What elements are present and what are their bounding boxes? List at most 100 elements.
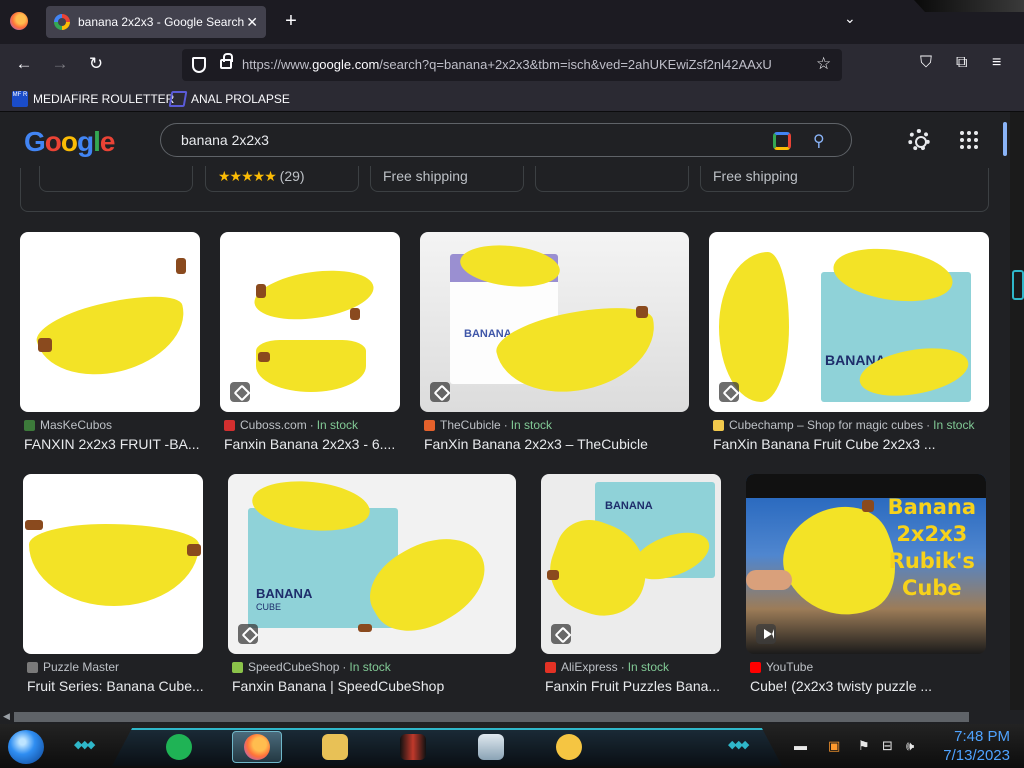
result-source[interactable]: Cubechamp – Shop for magic cubes · In stoc… [713,418,974,432]
tab-bar: banana 2x2x3 - Google Search ✕ + ⌄ [0,0,1024,44]
result-thumbnail[interactable]: BANANA [709,232,989,412]
menu-icon[interactable]: ≡ [992,54,1001,72]
clock-date: 7/13/2023 [943,747,1010,764]
result-source[interactable]: Cuboss.com · In stock [224,418,358,432]
tray-app-icon[interactable]: ▣ [828,738,840,754]
bookmark-star-icon[interactable]: ☆ [816,54,831,74]
taskbar: ◆◆◆ ◆◆◆ ▬ ▣ ⚑ ⊟ 🕪 7:48 PM 7/13/2023 [0,724,1024,768]
image-result[interactable]: Cuboss.com · In stock Fanxin Banana 2x2x3 … [220,232,400,462]
image-result[interactable]: BANANA AliExpress · In stock Fanxin Fruit … [541,474,721,704]
list-all-tabs-icon[interactable]: ⌄ [844,10,856,27]
url-bar[interactable]: https://www.google.com/search?q=banana+2… [182,49,842,81]
google-lens-icon[interactable] [773,132,791,150]
horizontal-scrollbar[interactable]: ◀ [0,710,1024,724]
result-title[interactable]: Fanxin Fruit Puzzles Bana... [545,678,721,694]
image-result[interactable]: BANANA CUBE SpeedCubeShop · In stock Fanxi… [228,474,516,704]
reload-button[interactable]: ↻ [85,54,107,74]
result-thumbnail[interactable] [23,474,203,654]
forward-button[interactable]: → [49,54,71,74]
result-title[interactable]: Fanxin Banana 2x2x3 - 6.... [224,436,400,452]
browser-tab[interactable]: banana 2x2x3 - Google Search ✕ [46,6,266,38]
volume-icon[interactable]: 🕪 [906,738,914,754]
result-source[interactable]: YouTube [750,660,813,674]
mediafire-icon: MF R [12,91,28,107]
site-favicon-icon [24,419,35,431]
network-icon[interactable]: ⊟ [882,738,893,754]
action-center-flag-icon[interactable]: ⚑ [858,738,870,754]
result-thumbnail[interactable]: BANANA [541,474,721,654]
play-icon [756,624,776,644]
result-thumbnail[interactable]: Banana 2x2x3 Rubik's Cube [746,474,986,654]
system-clock[interactable]: 7:48 PM 7/13/2023 [934,727,1010,765]
search-icon[interactable]: ⚲ [813,131,825,151]
taskbar-app-media[interactable] [388,731,438,763]
bookmarks-toolbar: MF R MEDIAFIRE ROULETTER ANAL PROLAPSE [0,86,1024,112]
firefox-icon[interactable] [10,12,28,30]
tab-close-icon[interactable]: ✕ [246,14,258,31]
image-result[interactable]: MasKeCubos FANXIN 2x2x3 FRUIT -BA... [20,232,200,462]
url-text[interactable]: https://www.google.com/search?q=banana+2… [242,57,807,72]
new-tab-button[interactable]: + [280,10,302,33]
taskbar-app-explorer[interactable] [310,731,360,763]
google-header: Google banana 2x2x3 ⚲ [0,112,1010,168]
product-tag-icon [230,382,250,402]
result-source[interactable]: AliExpress · In stock [545,660,669,674]
site-favicon-icon [224,419,235,431]
settings-gear-icon[interactable] [908,129,930,151]
result-source[interactable]: TheCubicle · In stock [424,418,552,432]
result-title[interactable]: Cube! (2x2x3 twisty puzzle ... [750,678,986,694]
taskbar-app-monitor[interactable] [466,731,516,763]
tracking-protection-icon[interactable] [192,57,206,73]
product-tag-icon [551,624,571,644]
extensions-icon[interactable]: ⧉ [956,54,967,72]
bookmark-label: MEDIAFIRE ROULETTER [33,92,175,106]
window-side-decoration [1012,270,1024,300]
result-source[interactable]: SpeedCubeShop · In stock [232,660,391,674]
image-result[interactable]: BANANA Cubechamp – Shop for magic cubes ·… [709,232,989,462]
search-input[interactable]: banana 2x2x3 [181,132,269,148]
tray-expand-icon[interactable]: ▬ [794,738,807,753]
image-result[interactable]: Banana 2x2x3 Rubik's Cube YouTube Cube! … [746,474,986,704]
result-thumbnail[interactable]: BANANA CUBE [228,474,516,654]
google-logo[interactable]: Google [24,126,115,158]
window-frame-decoration [914,0,1024,12]
scrollbar-thumb[interactable] [14,712,969,722]
result-thumbnail[interactable]: BANANA [420,232,689,412]
result-source[interactable]: Puzzle Master [27,660,119,674]
site-favicon-icon [27,661,38,673]
shopping-card[interactable]: ★★★★★ (29) [205,166,359,192]
shopping-card[interactable]: Free shipping [370,166,524,192]
site-favicon-icon [232,661,243,673]
result-title[interactable]: FANXIN 2x2x3 FRUIT -BA... [24,436,200,452]
search-box[interactable]: banana 2x2x3 ⚲ [160,123,852,157]
back-button[interactable]: ← [13,54,35,74]
bookmark-mediafire[interactable]: MF R MEDIAFIRE ROULETTER [12,91,174,107]
scroll-left-icon[interactable]: ◀ [3,711,10,722]
site-favicon-icon [424,419,435,431]
taskbar-app-firefox[interactable] [232,731,282,763]
result-thumbnail[interactable] [20,232,200,412]
bookmark-second[interactable]: ANAL PROLAPSE [168,91,290,107]
scroll-indicator [1003,122,1007,156]
result-source[interactable]: MasKeCubos [24,418,112,432]
shopping-card[interactable]: Free shipping [700,166,854,192]
start-button[interactable] [8,730,44,764]
product-tag-icon [719,382,739,402]
lock-icon[interactable] [220,53,233,69]
image-result[interactable]: Puzzle Master Fruit Series: Banana Cube.… [23,474,203,704]
pocket-icon[interactable]: ⛉ [920,54,932,72]
tab-title: banana 2x2x3 - Google Search [78,15,245,29]
result-title[interactable]: Fruit Series: Banana Cube... [27,678,203,694]
shopping-results-strip: ★★★★★ (29) Free shipping Free shipping [20,166,989,212]
shopping-card[interactable] [535,166,689,192]
taskbar-app-notes[interactable] [154,731,204,763]
result-thumbnail[interactable] [220,232,400,412]
google-apps-icon[interactable] [960,131,978,149]
taskbar-app-alert[interactable] [544,731,594,763]
result-title[interactable]: Fanxin Banana | SpeedCubeShop [232,678,516,694]
image-result[interactable]: BANANA TheCubicle · In stock FanXin Banana… [420,232,690,462]
product-tag-icon [238,624,258,644]
shopping-card[interactable] [39,166,193,192]
result-title[interactable]: FanXin Banana Fruit Cube 2x2x3 ... [713,436,989,452]
result-title[interactable]: FanXin Banana 2x2x3 – TheCubicle [424,436,690,452]
